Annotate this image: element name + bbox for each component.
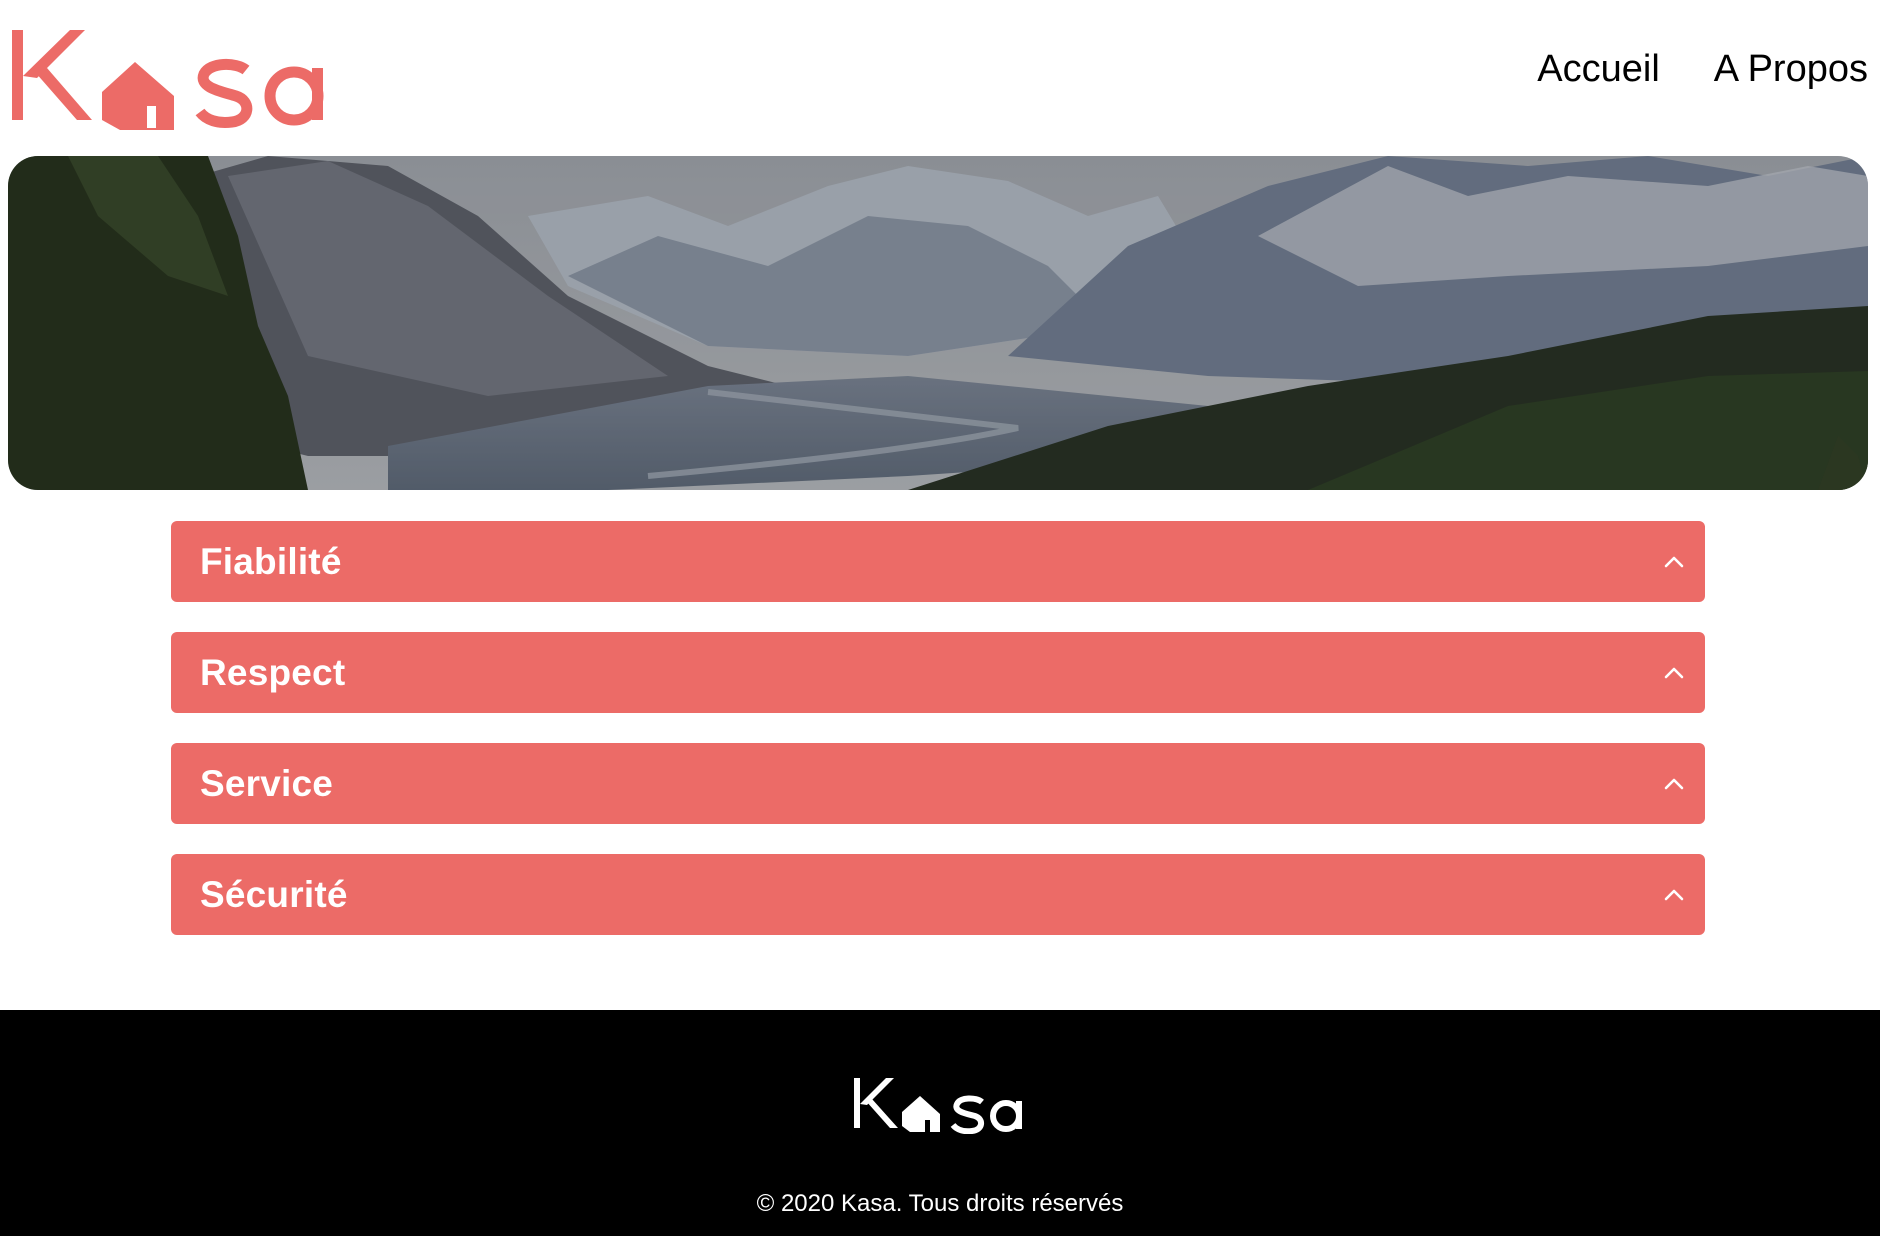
collapse-title: Sécurité bbox=[200, 873, 348, 915]
mountain-landscape-image bbox=[8, 156, 1868, 490]
collapse-service[interactable]: Service bbox=[171, 743, 1705, 824]
kasa-logo bbox=[12, 30, 324, 130]
house-icon bbox=[902, 1096, 940, 1132]
main-nav: Accueil A Propos bbox=[1537, 50, 1868, 88]
site-footer: © 2020 Kasa. Tous droits réservés bbox=[0, 1010, 1880, 1236]
site-header: Accueil A Propos bbox=[0, 0, 1880, 150]
chevron-up-icon[interactable] bbox=[1661, 771, 1687, 797]
chevron-up-icon[interactable] bbox=[1661, 660, 1687, 686]
copyright-text: © 2020 Kasa. Tous droits réservés bbox=[756, 1190, 1124, 1217]
collapse-respect[interactable]: Respect bbox=[171, 632, 1705, 713]
collapse-title: Service bbox=[200, 762, 334, 804]
nav-link-accueil[interactable]: Accueil bbox=[1537, 50, 1660, 88]
collapse-fiabilite[interactable]: Fiabilité bbox=[171, 521, 1705, 602]
about-collapse-list: Fiabilité Respect Service Sécurité bbox=[171, 521, 1705, 965]
collapse-title: Respect bbox=[200, 651, 346, 693]
nav-link-a-propos[interactable]: A Propos bbox=[1714, 50, 1868, 88]
chevron-up-icon[interactable] bbox=[1661, 549, 1687, 575]
chevron-up-icon[interactable] bbox=[1661, 882, 1687, 908]
house-icon bbox=[102, 62, 174, 130]
collapse-securite[interactable]: Sécurité bbox=[171, 854, 1705, 935]
about-banner bbox=[8, 156, 1868, 490]
kasa-footer-logo bbox=[854, 1078, 1022, 1134]
collapse-title: Fiabilité bbox=[200, 540, 342, 582]
